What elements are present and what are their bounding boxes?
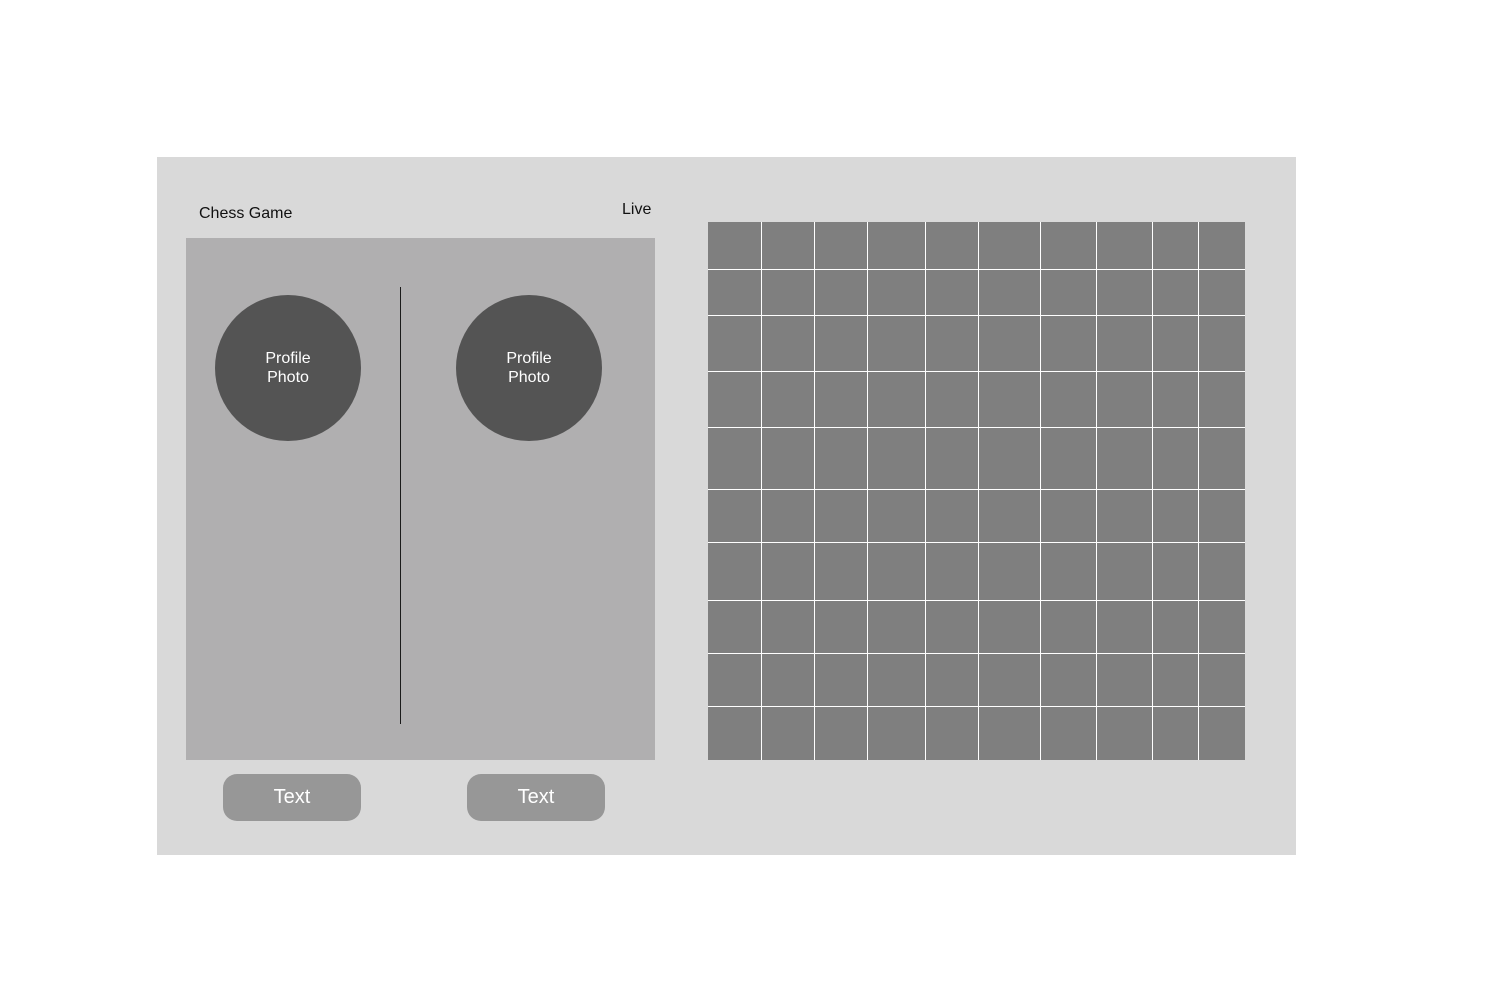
app-title: Chess Game bbox=[199, 205, 293, 222]
player-one-avatar[interactable]: Profile Photo bbox=[215, 295, 361, 441]
player-two-photo-label: Profile Photo bbox=[506, 350, 552, 386]
chess-board[interactable] bbox=[708, 222, 1245, 760]
player-two-avatar[interactable]: Profile Photo bbox=[456, 295, 602, 441]
player-two-button[interactable]: Text bbox=[467, 774, 605, 821]
chess-board-grid bbox=[708, 222, 1245, 760]
players-divider bbox=[400, 287, 401, 724]
player-one-photo-label: Profile Photo bbox=[265, 350, 311, 386]
live-status-label[interactable]: Live bbox=[622, 201, 651, 219]
player-one-button[interactable]: Text bbox=[223, 774, 361, 821]
